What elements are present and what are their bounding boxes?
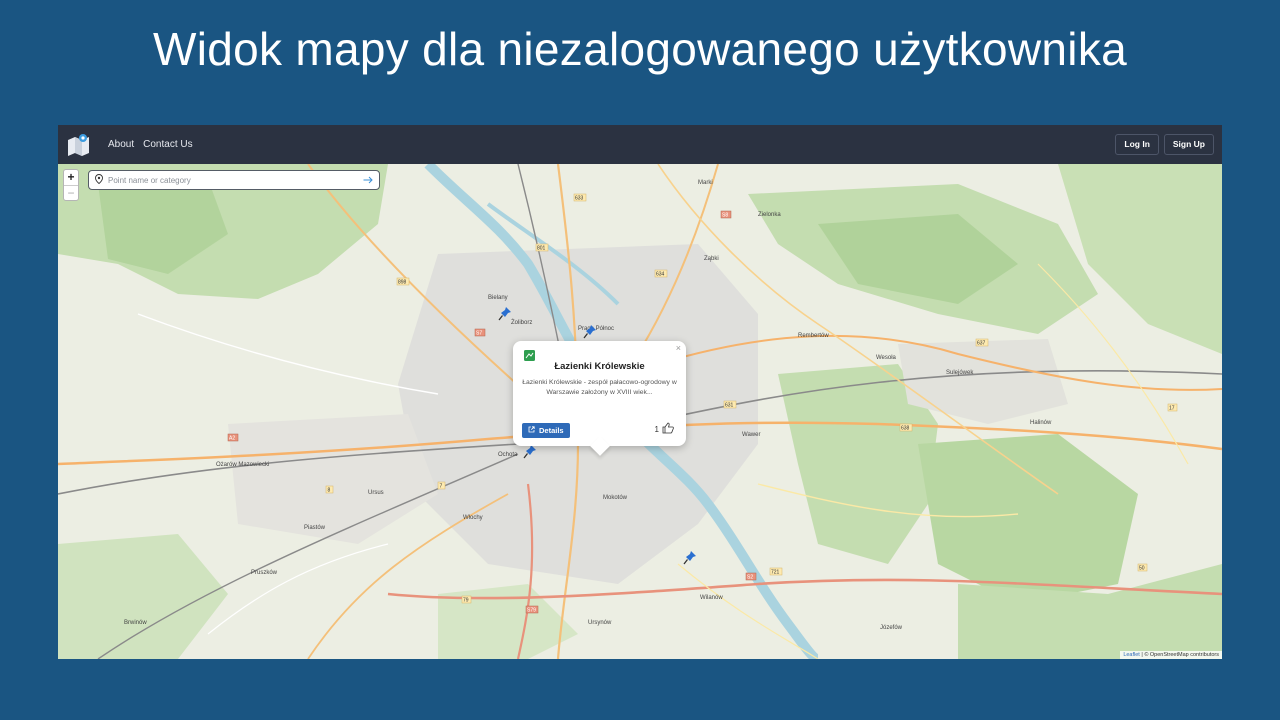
road-631: 631 (725, 403, 734, 409)
popup-description: Łazienki Królewskie - zespół pałacowo-og… (522, 379, 677, 396)
road-50: 50 (1139, 566, 1145, 572)
label-ursynow: Ursynów (588, 620, 612, 626)
label-zielonka: Zielonka (758, 212, 781, 218)
leaflet-link[interactable]: Leaflet (1123, 652, 1140, 658)
attribution-text: | © OpenStreetMap contributors (1139, 652, 1219, 658)
search-bar (88, 170, 380, 190)
label-rembertow: Rembertów (798, 333, 829, 339)
navbar: About Contact Us Log In Sign Up (58, 125, 1222, 164)
label-piastow: Piastów (304, 525, 326, 531)
zoom-in-button[interactable]: + (64, 170, 78, 185)
park-category-icon (524, 348, 535, 361)
road-s79: S79 (527, 608, 536, 614)
like-count: 1 (654, 424, 659, 434)
label-halinow: Halinów (1030, 420, 1052, 426)
road-634: 634 (656, 272, 665, 278)
road-7: 7 (440, 484, 443, 490)
label-sulejowek: Sulejówek (946, 370, 974, 376)
label-mokotow: Mokotów (603, 495, 628, 501)
login-button[interactable]: Log In (1115, 134, 1159, 155)
label-zoliborz: Żoliborz (511, 319, 532, 326)
details-button[interactable]: Details (522, 423, 570, 438)
map-pin-icon[interactable] (583, 324, 597, 340)
popup-title: Łazienki Królewskie (554, 361, 645, 372)
label-marki: Marki (698, 180, 713, 186)
zoom-out-button[interactable]: − (64, 185, 78, 200)
label-bielany: Bielany (488, 295, 508, 301)
label-pruszkow: Pruszków (251, 570, 278, 576)
road-17: 17 (1169, 406, 1175, 412)
label-wilanow: Wilanów (700, 595, 723, 601)
label-wesola: Wesoła (876, 355, 897, 361)
label-zabki: Ząbki (704, 256, 719, 262)
label-wlochy: Włochy (463, 515, 483, 521)
road-721: 721 (771, 570, 780, 576)
external-link-icon (528, 426, 535, 435)
label-wawer: Wawer (742, 432, 760, 438)
place-popup: × Łazienki Królewskie Łazienki Królewski… (513, 341, 686, 446)
nav-contact-link[interactable]: Contact Us (143, 139, 192, 150)
thumbs-up-icon[interactable] (662, 422, 674, 436)
slide-title: Widok mapy dla niezalogowanego użytkowni… (152, 23, 1128, 75)
map-pin-icon[interactable] (683, 550, 697, 566)
label-jozefow: Józefów (880, 625, 903, 631)
road-637: 637 (977, 341, 986, 347)
map-pin-icon[interactable] (498, 306, 512, 322)
app-logo-icon[interactable] (66, 132, 92, 158)
label-ozarow: Ożarów Mazowiecki (216, 462, 269, 468)
app-window: About Contact Us Log In Sign Up Marki Zi… (58, 125, 1222, 659)
arrow-right-icon[interactable] (363, 171, 373, 189)
like-control[interactable]: 1 (655, 422, 674, 436)
label-ochota: Ochota (498, 452, 518, 458)
nav-about-link[interactable]: About (108, 139, 134, 150)
label-ursus: Ursus (368, 490, 384, 496)
map-attribution: Leaflet | © OpenStreetMap contributors (1120, 651, 1222, 659)
road-s7: S7 (476, 331, 482, 337)
signup-button[interactable]: Sign Up (1163, 134, 1214, 155)
road-801: 801 (537, 246, 546, 252)
search-input[interactable] (108, 175, 363, 185)
details-label: Details (539, 426, 564, 435)
location-pin-icon (95, 171, 103, 189)
road-8: 8 (328, 488, 331, 494)
road-a2: A2 (229, 436, 235, 442)
road-898: 898 (398, 280, 407, 286)
road-633: 633 (575, 196, 584, 202)
road-638: 638 (901, 426, 910, 432)
zoom-control: + − (63, 169, 79, 201)
map-view[interactable]: Marki Zielonka Ząbki Bielany Żoliborz Pr… (58, 164, 1222, 659)
label-brwinow: Brwinów (124, 620, 147, 626)
road-s8: S8 (722, 213, 728, 219)
road-s2: S2 (747, 575, 753, 581)
map-pin-icon[interactable] (523, 444, 537, 460)
road-79: 79 (463, 598, 469, 604)
close-icon[interactable]: × (676, 343, 681, 353)
